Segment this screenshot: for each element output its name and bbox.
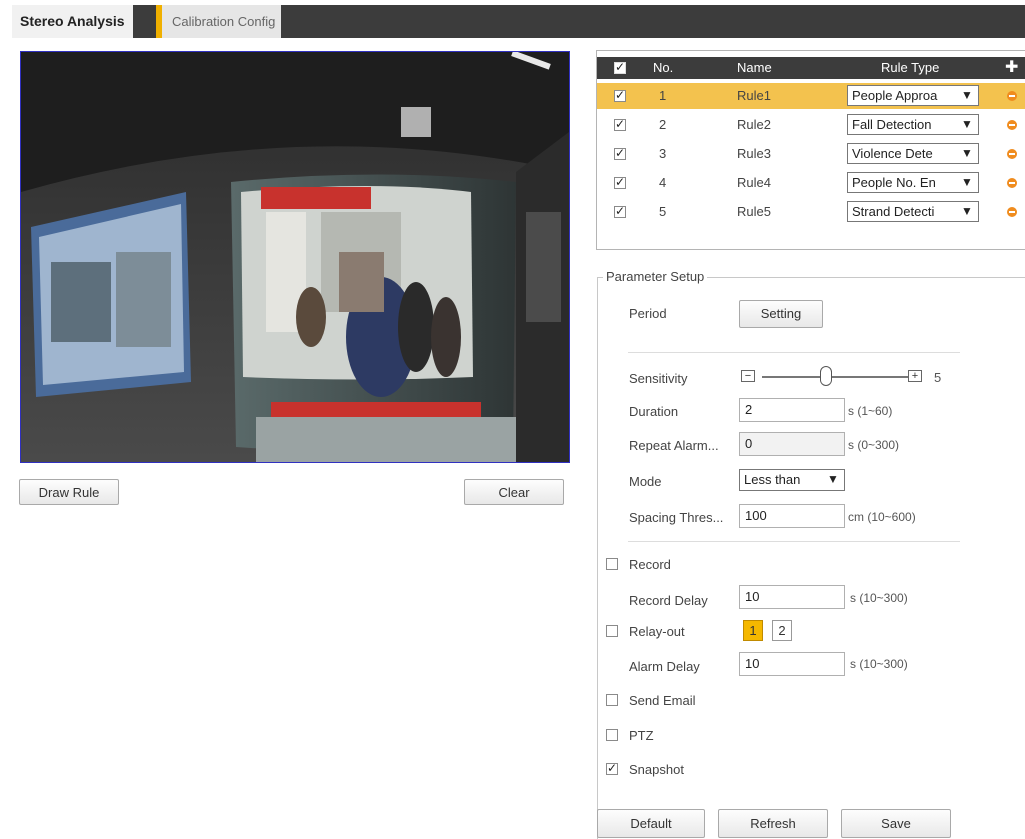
video-frame — [21, 52, 569, 462]
rule-checkbox[interactable] — [614, 204, 626, 218]
rule-checkbox[interactable] — [614, 88, 626, 102]
snapshot-label: Snapshot — [629, 762, 684, 777]
sensitivity-value: 5 — [934, 370, 942, 385]
refresh-button[interactable]: Refresh — [718, 809, 828, 838]
record-label: Record — [629, 557, 671, 572]
divider — [628, 541, 960, 542]
spacing-threshold-label: Spacing Thres... — [629, 510, 724, 525]
rule-type-select[interactable]: Fall Detection ▼ — [847, 114, 979, 135]
sensitivity-label: Sensitivity — [629, 371, 688, 386]
plus-icon[interactable]: ✚ — [1005, 57, 1018, 77]
period-setting-button[interactable]: Setting — [739, 300, 823, 328]
rule-row[interactable]: 3 Rule3 Violence Dete▼ — [597, 141, 1025, 167]
delete-icon[interactable] — [1007, 149, 1017, 159]
rule-no: 1 — [659, 88, 667, 103]
duration-label: Duration — [629, 404, 679, 419]
send-email-label: Send Email — [629, 693, 696, 708]
select-all-checkbox[interactable] — [614, 60, 626, 74]
plus-icon[interactable]: + — [908, 370, 922, 382]
rule-name: Rule2 — [737, 117, 771, 132]
relay-channel-1[interactable]: 1 — [743, 620, 763, 641]
delete-icon[interactable] — [1007, 120, 1017, 130]
rule-name: Rule3 — [737, 146, 771, 161]
header-no: No. — [653, 60, 674, 75]
duration-input[interactable]: 2 — [739, 398, 845, 422]
rule-no: 2 — [659, 117, 667, 132]
spacing-threshold-unit: cm (10~600) — [848, 510, 916, 524]
header-rule-type: Rule Type — [881, 60, 940, 75]
divider — [628, 352, 960, 353]
repeat-alarm-label: Repeat Alarm... — [629, 438, 719, 453]
chevron-down-icon: ▼ — [958, 173, 976, 192]
rule-checkbox[interactable] — [614, 175, 626, 189]
clear-button[interactable]: Clear — [464, 479, 564, 505]
snapshot-checkbox[interactable] — [606, 761, 618, 775]
rule-type-select[interactable]: People No. En ▼ — [847, 172, 979, 193]
rule-type-select[interactable]: Strand Detecti ▼ — [847, 201, 979, 222]
relay-out-checkbox[interactable] — [606, 625, 618, 637]
minus-icon[interactable]: − — [741, 370, 755, 382]
chevron-down-icon: ▼ — [824, 470, 842, 489]
ptz-label: PTZ — [629, 728, 654, 743]
tab-bar: Stereo Analysis Calibration Config — [0, 0, 1025, 38]
repeat-alarm-unit: s (0~300) — [848, 438, 900, 452]
video-preview[interactable] — [20, 51, 570, 463]
mode-label: Mode — [629, 474, 662, 489]
rule-row[interactable]: 1 Rule1 People Approa▼ — [597, 83, 1025, 109]
rule-row[interactable]: 4 Rule4 People No. En▼ — [597, 170, 1025, 196]
spacing-threshold-input[interactable]: 100 — [739, 504, 845, 528]
alarm-delay-unit: s (10~300) — [850, 657, 908, 671]
record-checkbox[interactable] — [606, 558, 618, 570]
rule-checkbox[interactable] — [614, 146, 626, 160]
record-delay-unit: s (10~300) — [850, 591, 908, 605]
delete-icon[interactable] — [1007, 207, 1017, 217]
chevron-down-icon: ▼ — [958, 202, 976, 221]
alarm-delay-label: Alarm Delay — [629, 659, 700, 674]
default-button[interactable]: Default — [597, 809, 705, 838]
ptz-checkbox[interactable] — [606, 729, 618, 741]
record-delay-input[interactable]: 10 — [739, 585, 845, 609]
send-email-checkbox[interactable] — [606, 694, 618, 706]
sensitivity-slider-thumb[interactable] — [820, 366, 832, 386]
rule-name: Rule4 — [737, 175, 771, 190]
tab-calibration-config[interactable]: Calibration Config — [156, 5, 282, 38]
rule-row[interactable]: 2 Rule2 Fall Detection▼ — [597, 112, 1025, 138]
rule-no: 3 — [659, 146, 667, 161]
rule-checkbox[interactable] — [614, 117, 626, 131]
rule-no: 4 — [659, 175, 667, 190]
relay-channel-2[interactable]: 2 — [772, 620, 792, 641]
delete-icon[interactable] — [1007, 91, 1017, 101]
chevron-down-icon: ▼ — [958, 144, 976, 163]
duration-unit: s (1~60) — [848, 404, 893, 418]
relay-out-label: Relay-out — [629, 624, 685, 639]
record-delay-label: Record Delay — [629, 593, 708, 608]
chevron-down-icon: ▼ — [958, 115, 976, 134]
rule-table: No. Name Rule Type ✚ 1 Rule1 People Appr… — [596, 50, 1025, 250]
rule-no: 5 — [659, 204, 667, 219]
rule-type-select[interactable]: Violence Dete ▼ — [847, 143, 979, 164]
rule-name: Rule5 — [737, 204, 771, 219]
rule-row[interactable]: 5 Rule5 Strand Detecti▼ — [597, 199, 1025, 225]
rule-name: Rule1 — [737, 88, 771, 103]
mode-select[interactable]: Less than ▼ — [739, 469, 845, 491]
rule-type-select[interactable]: People Approa ▼ — [847, 85, 979, 106]
alarm-delay-input[interactable]: 10 — [739, 652, 845, 676]
repeat-alarm-input[interactable]: 0 — [739, 432, 845, 456]
save-button[interactable]: Save — [841, 809, 951, 838]
parameter-setup-legend: Parameter Setup — [603, 269, 708, 284]
tab-stereo-analysis[interactable]: Stereo Analysis — [12, 5, 133, 38]
chevron-down-icon: ▼ — [958, 86, 976, 105]
draw-rule-button[interactable]: Draw Rule — [19, 479, 119, 505]
period-label: Period — [629, 306, 667, 321]
rule-table-header: No. Name Rule Type ✚ — [597, 57, 1025, 79]
sensitivity-slider-track[interactable] — [762, 376, 908, 378]
delete-icon[interactable] — [1007, 178, 1017, 188]
header-name: Name — [737, 60, 772, 75]
